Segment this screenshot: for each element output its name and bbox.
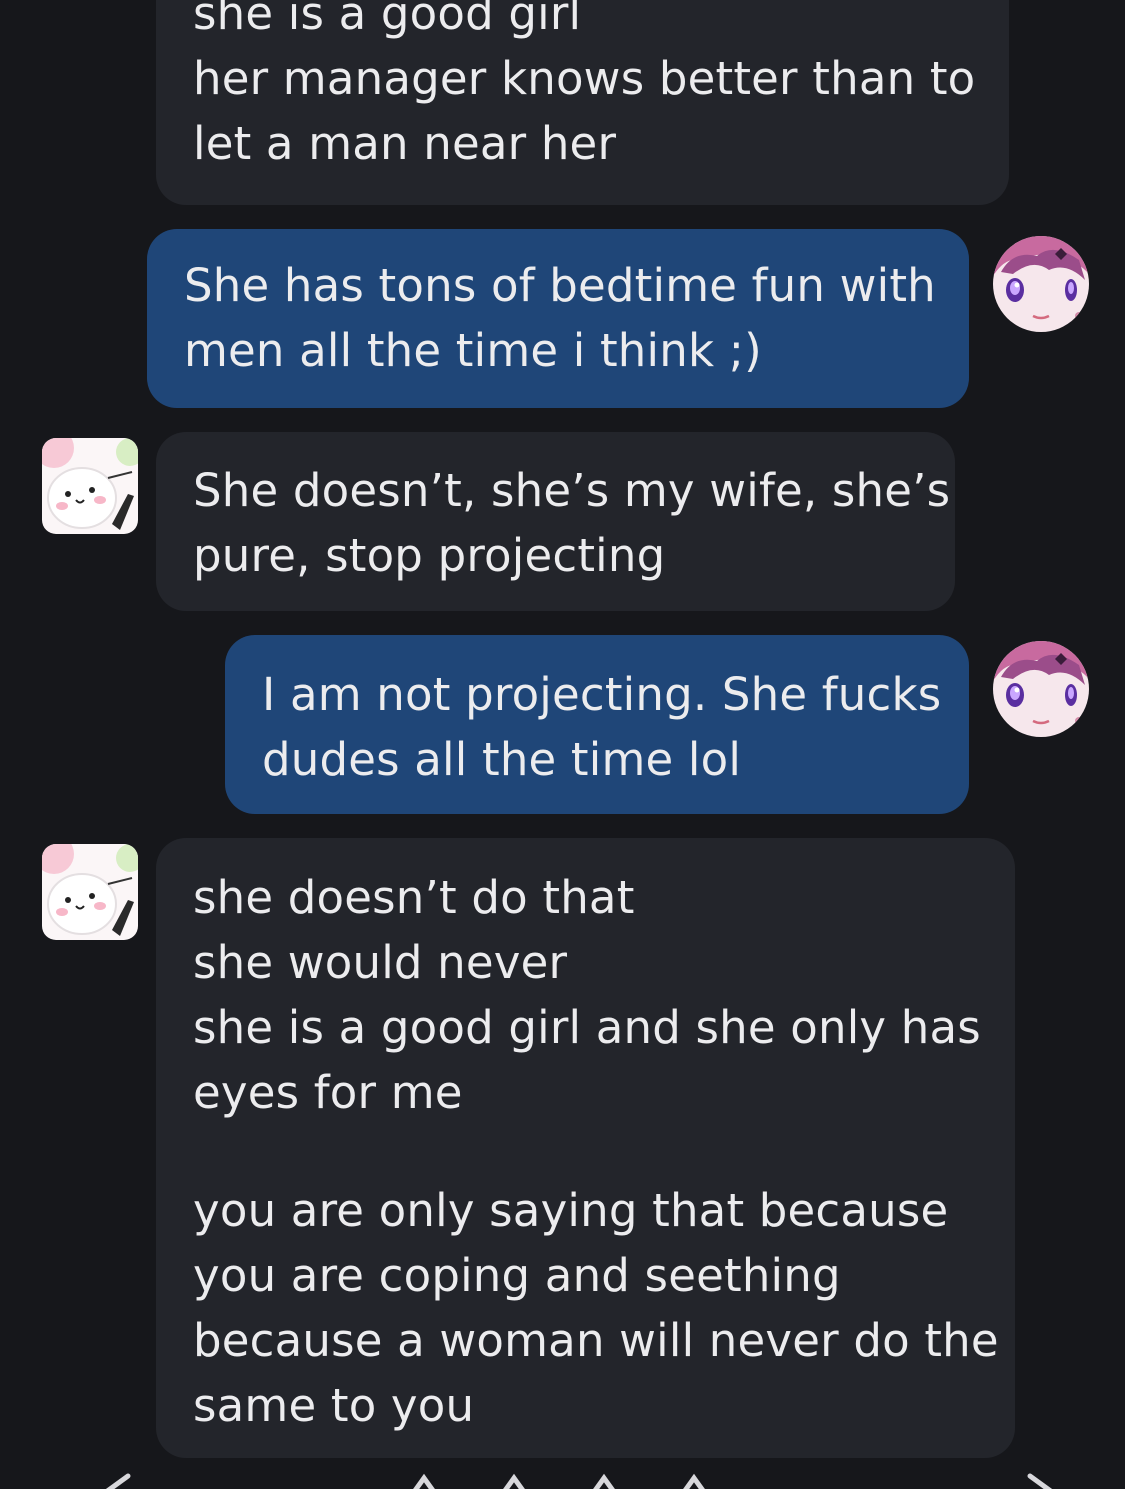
message-text: she doesn’t do that [193, 871, 635, 924]
message-text: She doesn’t, she’s my wife, she’s [193, 464, 951, 517]
message-text: her manager knows better than to [193, 52, 976, 105]
message-text: she would never [193, 936, 568, 989]
message-text: she is a good girl and she only has [193, 1001, 981, 1054]
message-text: same to you [193, 1379, 475, 1432]
anime-girl-avatar-icon[interactable] [993, 236, 1089, 332]
message-text: because a woman will never do the [193, 1314, 999, 1367]
message-bubble-received[interactable]: She doesn’t, she’s my wife, she’s pure, … [156, 432, 955, 611]
message-text: pure, stop projecting [193, 529, 666, 582]
anime-girl-avatar-icon[interactable] [993, 641, 1089, 737]
chat-screen: { "messages": [ { "sender": "other", "li… [0, 0, 1125, 1489]
bottom-toolbar [0, 1462, 1125, 1489]
message-text: you are only saying that because [193, 1184, 949, 1237]
toolbar-action-icon[interactable] [503, 1473, 525, 1489]
message-text: let a man near her [193, 117, 617, 170]
message-text: She has tons of bedtime fun with [184, 259, 936, 312]
toolbar-action-icon[interactable] [413, 1473, 435, 1489]
cartoon-cat-avatar-icon[interactable] [42, 844, 138, 940]
chevron-right-icon[interactable] [1027, 1473, 1053, 1489]
message-text: eyes for me [193, 1066, 463, 1119]
toolbar-action-icon[interactable] [593, 1473, 615, 1489]
toolbar-action-icon[interactable] [683, 1473, 705, 1489]
message-bubble-received[interactable]: she doesn’t do that she would never she … [156, 838, 1015, 1458]
chevron-left-icon[interactable] [105, 1473, 131, 1489]
cartoon-cat-avatar-icon[interactable] [42, 438, 138, 534]
message-bubble-received[interactable]: she is a good girl her manager knows bet… [156, 0, 1009, 205]
message-text: you are coping and seething [193, 1249, 841, 1302]
paragraph-break [193, 1125, 991, 1178]
message-bubble-sent[interactable]: She has tons of bedtime fun with men all… [147, 229, 969, 408]
message-text: dudes all the time lol [262, 733, 742, 786]
message-text: she is a good girl [193, 0, 582, 40]
message-bubble-sent[interactable]: I am not projecting. She fucks dudes all… [225, 635, 969, 814]
message-text: I am not projecting. She fucks [262, 668, 942, 721]
message-text: men all the time i think ;) [184, 324, 762, 377]
